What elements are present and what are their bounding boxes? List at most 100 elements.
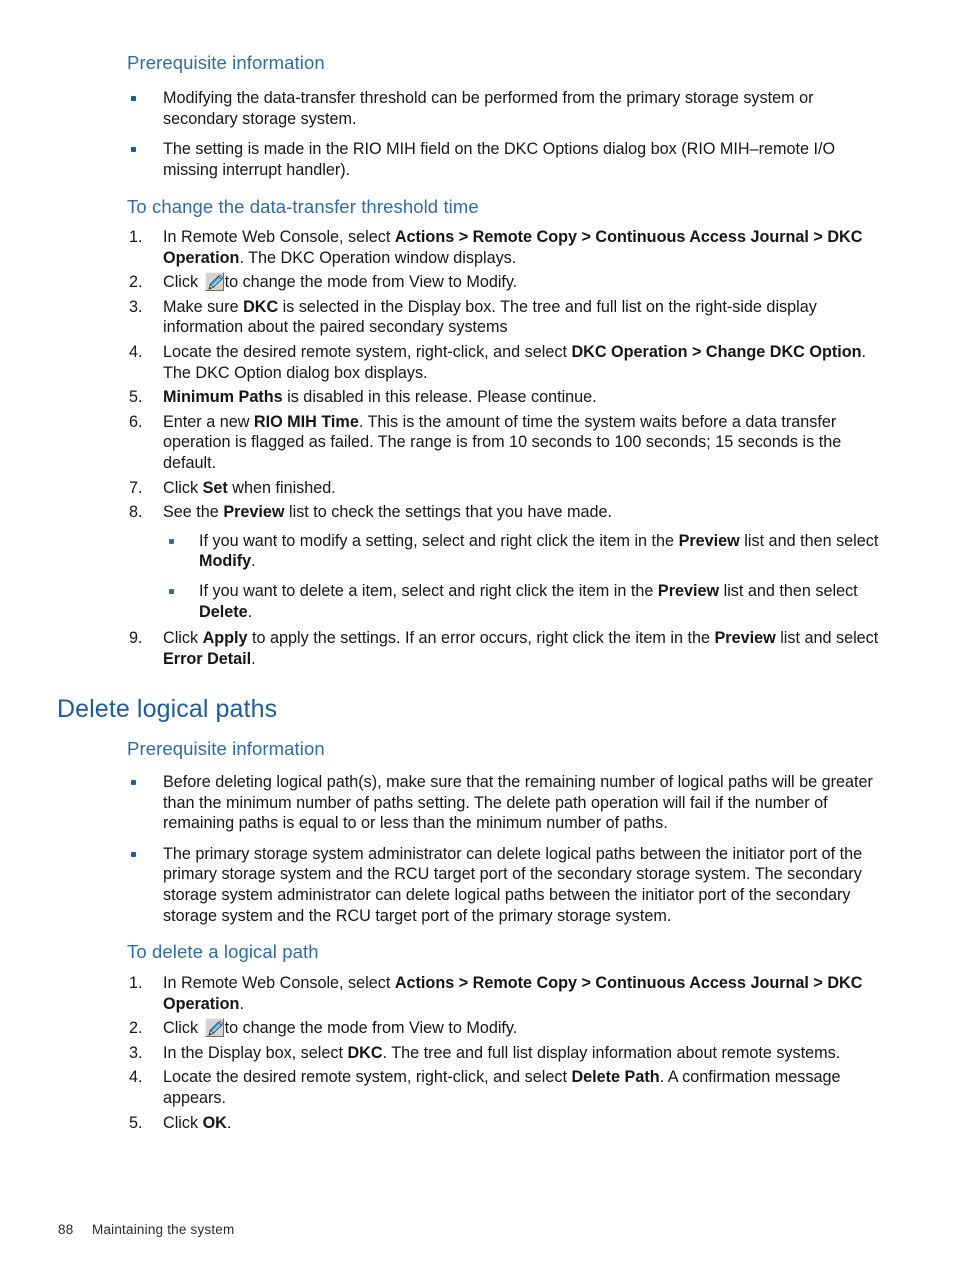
step-item: 2. Click to change the mode from View to … (127, 1018, 879, 1039)
step-number: 5. (129, 1113, 143, 1132)
step-text: Click OK. (163, 1113, 232, 1132)
bullet-list: Before deleting logical path(s), make su… (127, 772, 884, 926)
step-number: 8. (129, 503, 143, 522)
list-item: Before deleting logical path(s), make su… (127, 772, 884, 834)
step-number: 3. (129, 1043, 143, 1062)
step-number: 4. (129, 1068, 143, 1087)
emphasis-text: DKC Operation > Change DKC Option (571, 342, 862, 361)
list-item: Modifying the data-transfer threshold ca… (127, 88, 882, 129)
heading-prerequisite-information-2: Prerequisite information (127, 738, 325, 759)
emphasis-text: Preview (714, 629, 776, 648)
emphasis-text: RIO MIH Time (253, 412, 359, 431)
sub-bullet-list: If you want to modify a setting, select … (163, 531, 879, 622)
step-text: In Remote Web Console, select Actions > … (163, 974, 863, 1013)
bullet-dot-icon (131, 851, 136, 857)
pencil-icon[interactable] (204, 1018, 224, 1038)
heading-prerequisite-information-1: Prerequisite information (127, 52, 325, 73)
step-item: 3. In the Display box, select DKC. The tr… (127, 1043, 879, 1064)
section-prerequisite-information-2: Prerequisite information (127, 738, 879, 760)
emphasis-text: Modify (199, 552, 252, 571)
emphasis-text: Delete (199, 602, 248, 621)
emphasis-text: Set (202, 478, 228, 497)
emphasis-text: Actions > Remote Copy > Continuous Acces… (163, 974, 863, 1013)
step-text: Locate the desired remote system, right-… (163, 342, 867, 382)
step-number: 4. (129, 342, 143, 361)
pencil-icon[interactable] (204, 272, 224, 292)
footer-page-number: 88 (58, 1222, 74, 1237)
heading-to-delete-a-logical-path: To delete a logical path (127, 941, 319, 962)
step-text: See the Preview list to check the settin… (163, 503, 613, 522)
step-text: Enter a new RIO MIH Time. This is the am… (163, 412, 842, 472)
step-item: 5. Click OK. (127, 1113, 879, 1134)
step-text: Click to change the mode from View to Mo… (163, 1018, 518, 1038)
emphasis-text: Actions > Remote Copy > Continuous Acces… (163, 228, 863, 267)
emphasis-text: DKC (243, 297, 279, 316)
step-number: 9. (129, 629, 143, 648)
step-item: 4. Locate the desired remote system, righ… (127, 342, 879, 383)
list-item-text: If you want to modify a setting, select … (199, 531, 879, 571)
steps-to-delete-logical-path: 1. In Remote Web Console, select Actions … (127, 973, 879, 1133)
emphasis-text: Delete Path (571, 1068, 660, 1087)
step-text: Click Apply to apply the settings. If an… (163, 629, 879, 668)
step-item: 9. Click Apply to apply the settings. If … (127, 628, 879, 669)
step-number: 1. (129, 974, 143, 992)
heading-to-change-data-transfer-threshold-time: To change the data-transfer threshold ti… (127, 196, 479, 217)
step-item: 4. Locate the desired remote system, righ… (127, 1067, 879, 1108)
prerequisite-bullets-1: Modifying the data-transfer threshold ca… (127, 88, 882, 180)
page-title-delete-logical-paths: Delete logical paths (57, 695, 278, 723)
list-item-text: The primary storage system administrator… (163, 844, 863, 925)
section-delete-logical-paths: Delete logical paths (57, 695, 857, 724)
emphasis-text: OK (202, 1113, 227, 1132)
bullet-dot-icon (131, 147, 136, 153)
step-item: 3. Make sure DKC is selected in the Displ… (127, 297, 879, 338)
list-item-text: If you want to delete a item, select and… (199, 581, 858, 621)
step-item: 2. Click to change the mode from View to … (127, 272, 879, 293)
list-item-text: The setting is made in the RIO MIH field… (163, 140, 836, 179)
step-number: 3. (129, 297, 143, 316)
step-text: Locate the desired remote system, right-… (163, 1068, 841, 1107)
emphasis-text: DKC (347, 1043, 383, 1062)
emphasis-text: Preview (678, 531, 740, 550)
step-number: 5. (129, 388, 143, 407)
list-item: If you want to modify a setting, select … (163, 531, 879, 572)
step-item: 5. Minimum Paths is disabled in this rele… (127, 387, 879, 408)
section-to-delete-logical-path: To delete a logical path (127, 941, 879, 963)
list-item-text: Before deleting logical path(s), make su… (163, 773, 873, 833)
list-item: The primary storage system administrator… (127, 844, 884, 926)
list-item: The setting is made in the RIO MIH field… (127, 139, 882, 180)
step-number: 2. (129, 1019, 143, 1038)
step-item: 6. Enter a new RIO MIH Time. This is the … (127, 412, 879, 474)
document-page: Prerequisite information Modifying the d… (0, 0, 954, 1271)
emphasis-text: Minimum Paths (163, 388, 283, 407)
step-number: 1. (129, 228, 143, 246)
step-number: 2. (129, 273, 143, 292)
bullet-dot-icon (169, 538, 174, 544)
bullet-dot-icon (131, 96, 136, 101)
step-item: 7. Click Set when finished. (127, 478, 879, 499)
steps-to-change-threshold: 1. In Remote Web Console, select Actions … (127, 227, 879, 669)
ordered-step-list: 1. In Remote Web Console, select Actions … (127, 227, 879, 669)
step-text: In Remote Web Console, select Actions > … (163, 228, 863, 267)
step-text: Click to change the mode from View to Mo… (163, 272, 518, 292)
bullet-dot-icon (131, 780, 136, 785)
list-item: If you want to delete a item, select and… (163, 581, 879, 622)
step-item: 8. See the Preview list to check the sett… (127, 502, 879, 622)
ordered-step-list: 1. In Remote Web Console, select Actions … (127, 973, 879, 1133)
emphasis-text: Preview (223, 503, 285, 522)
footer-chapter-title: Maintaining the system (92, 1222, 235, 1237)
bullet-dot-icon (169, 588, 174, 594)
prerequisite-bullets-2: Before deleting logical path(s), make su… (127, 772, 884, 926)
list-item-text: Modifying the data-transfer threshold ca… (163, 89, 814, 128)
emphasis-text: Apply (202, 629, 248, 648)
step-number: 6. (129, 412, 143, 431)
step-text: Minimum Paths is disabled in this releas… (163, 388, 597, 407)
step-number: 7. (129, 478, 143, 497)
step-text: Click Set when finished. (163, 478, 336, 497)
page-footer: 88 Maintaining the system (58, 1222, 234, 1237)
step-item: 1. In Remote Web Console, select Actions … (127, 227, 879, 268)
step-text: Make sure DKC is selected in the Display… (163, 297, 817, 337)
step-text: In the Display box, select DKC. The tree… (163, 1043, 841, 1062)
section-prerequisite-information-1: Prerequisite information (127, 52, 879, 74)
step-item: 1. In Remote Web Console, select Actions … (127, 973, 879, 1014)
emphasis-text: Preview (657, 581, 720, 600)
